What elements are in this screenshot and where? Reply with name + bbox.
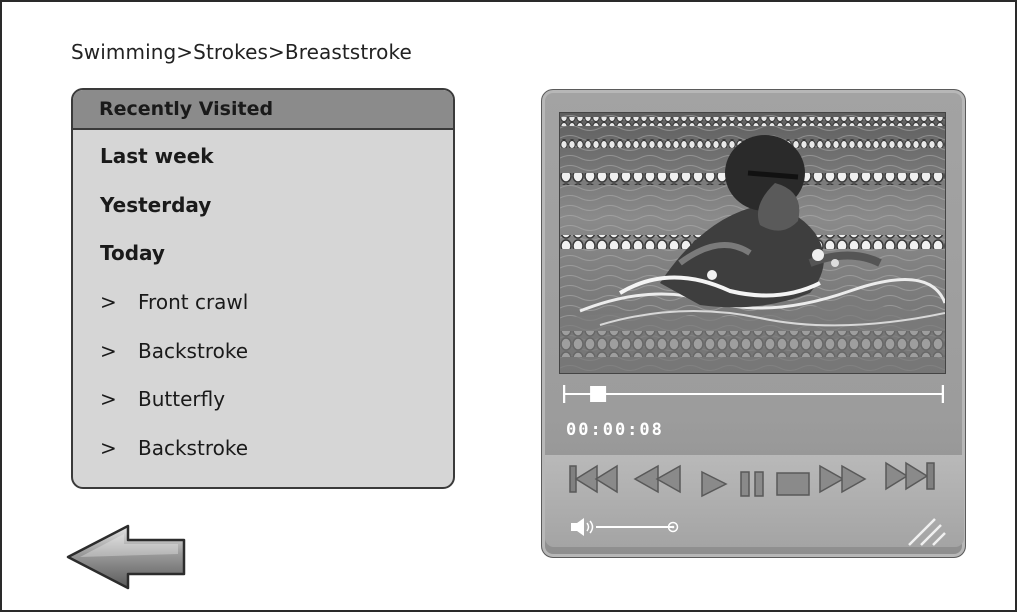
recent-item-front-crawl[interactable]: > Front crawl <box>73 278 453 327</box>
video-player: 00:00:08 <box>541 89 966 558</box>
recent-item-label: Butterfly <box>138 387 226 412</box>
skip-forward-icon[interactable] <box>883 459 939 493</box>
play-icon[interactable] <box>699 469 729 499</box>
recently-visited-list: Last week Yesterday Today > Front crawl … <box>73 132 453 472</box>
fast-forward-icon[interactable] <box>817 463 869 495</box>
recently-visited-panel: Recently Visited Last week Yesterday Tod… <box>71 88 455 489</box>
recent-item-butterfly[interactable]: > Butterfly <box>73 375 453 424</box>
stop-icon[interactable] <box>775 471 811 497</box>
recent-item-yesterday[interactable]: Yesterday <box>73 181 453 230</box>
recent-item-label: Backstroke <box>138 338 249 363</box>
breadcrumb: Swimming>Strokes>Breaststroke <box>71 40 412 64</box>
timecode: 00:00:08 <box>566 420 664 440</box>
recently-visited-header: Recently Visited <box>73 90 453 130</box>
volume-control[interactable] <box>570 517 682 537</box>
recent-item-label: Backstroke <box>138 435 249 460</box>
recent-item-label: Today <box>100 241 165 266</box>
skip-back-icon[interactable] <box>567 463 619 495</box>
recent-item-today[interactable]: Today <box>73 229 453 278</box>
chevron-right-icon: > <box>100 290 117 315</box>
seek-bar[interactable] <box>563 383 944 405</box>
seek-handle[interactable] <box>590 386 607 402</box>
recent-item-label: Yesterday <box>100 192 212 217</box>
chevron-right-icon: > <box>100 338 117 363</box>
recent-item-backstroke[interactable]: > Backstroke <box>73 326 453 375</box>
recent-item-label: Front crawl <box>138 290 249 315</box>
recent-item-backstroke-2[interactable]: > Backstroke <box>73 424 453 473</box>
chevron-right-icon: > <box>100 435 117 460</box>
resize-grip-icon[interactable] <box>905 513 947 547</box>
speaker-icon[interactable] <box>571 518 594 536</box>
recent-item-label: Last week <box>100 144 214 169</box>
pause-icon[interactable] <box>738 469 768 499</box>
left-arrow-icon <box>66 524 186 590</box>
chevron-right-icon: > <box>100 387 117 412</box>
rewind-icon[interactable] <box>632 463 682 495</box>
swimmer-video-image <box>560 113 945 373</box>
recent-item-last-week[interactable]: Last week <box>73 132 453 181</box>
video-frame[interactable] <box>559 112 946 374</box>
back-button[interactable] <box>66 524 188 590</box>
